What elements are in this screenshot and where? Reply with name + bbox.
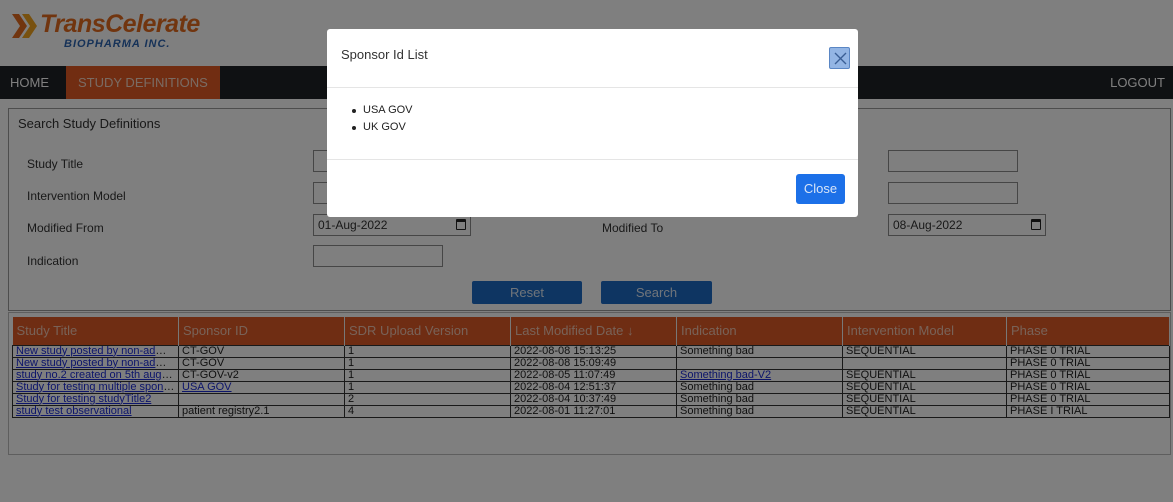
bullet-icon <box>352 126 356 130</box>
list-item: UK GOV <box>349 119 413 136</box>
modal-close-x-button[interactable] <box>829 47 850 69</box>
sponsor-id-item: USA GOV <box>363 104 413 116</box>
sponsor-id-list: USA GOV UK GOV <box>349 102 413 136</box>
close-icon <box>834 52 847 65</box>
sponsor-id-modal: Sponsor Id List USA GOV UK GOV Close <box>327 29 858 217</box>
modal-footer-divider <box>327 159 858 160</box>
modal-title: Sponsor Id List <box>341 47 428 62</box>
sponsor-id-item: UK GOV <box>363 121 406 133</box>
modal-close-button[interactable]: Close <box>796 174 845 204</box>
bullet-icon <box>352 109 356 113</box>
list-item: USA GOV <box>349 102 413 119</box>
modal-header-divider <box>327 87 858 88</box>
